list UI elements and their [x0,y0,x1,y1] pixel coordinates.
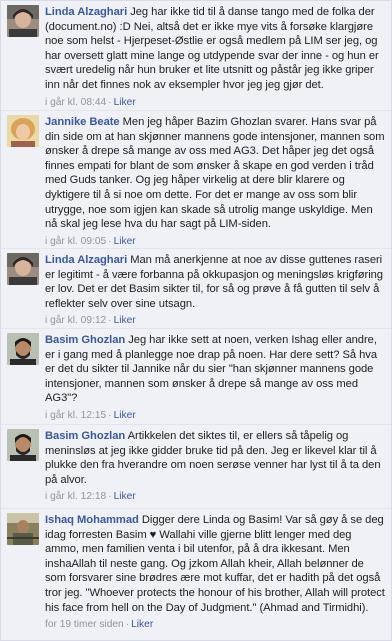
comment-text: Men jeg håper Bazim Ghozlan svarer. Hans… [45,116,385,231]
comment-meta: i går kl. 09:05 · Liker [45,235,136,247]
profile-photo-icon [7,115,39,147]
profile-photo-icon [7,333,39,365]
avatar[interactable] [7,253,39,285]
profile-photo-icon [7,5,39,37]
avatar[interactable] [7,5,39,37]
profile-photo-icon [7,513,39,545]
comment-timestamp[interactable]: i går kl. 12:15 [45,410,106,421]
comment-meta: i går kl. 08:44 · Liker [45,96,136,108]
comment-text: Digger dere Linda og Basim! Var så gøy å… [45,514,385,614]
avatar[interactable] [7,513,39,545]
avatar[interactable] [7,115,39,147]
comment: Jannike Beate Men jeg håper Bazim Ghozla… [1,111,391,249]
profile-photo-icon [7,253,39,285]
comment-author[interactable]: Linda Alzaghari [45,6,127,18]
comment-author[interactable]: Basim Ghozlan [45,334,125,346]
comment-text: Jeg har ikke tid til å danse tango med d… [45,6,379,91]
comment: Linda Alzaghari Jeg har ikke tid til å d… [1,1,391,111]
like-link[interactable]: Liker [114,97,136,108]
comment-meta: i går kl. 09:12 · Liker [45,315,136,327]
comment: Ishaq Mohammad Digger dere Linda og Basi… [1,509,391,640]
comment-timestamp[interactable]: i går kl. 08:44 [45,97,106,108]
like-link[interactable]: Liker [114,236,136,247]
comment: Linda Alzaghari Man må anerkjenne at noe… [1,249,391,329]
like-link[interactable]: Liker [131,619,153,630]
avatar[interactable] [7,333,39,365]
comment: Basim Ghozlan Jeg har ikke sett at noen,… [1,329,391,425]
comment-thread: Linda Alzaghari Jeg har ikke tid til å d… [0,0,392,641]
comment-author[interactable]: Jannike Beate [45,116,120,128]
like-link[interactable]: Liker [114,410,136,421]
comment-author[interactable]: Linda Alzaghari [45,254,127,266]
comment-timestamp[interactable]: for 19 timer siden [45,619,124,630]
comment-author[interactable]: Ishaq Mohammad [45,514,139,526]
like-link[interactable]: Liker [114,315,136,326]
comment: Basim Ghozlan Artikkelen det siktes til,… [1,425,391,509]
avatar[interactable] [7,429,39,461]
profile-photo-icon [7,429,39,461]
comment-timestamp[interactable]: i går kl. 09:05 [45,236,106,247]
comment-author[interactable]: Basim Ghozlan [45,430,125,442]
like-link[interactable]: Liker [114,491,136,502]
comment-timestamp[interactable]: i går kl. 09:12 [45,315,106,326]
comment-meta: for 19 timer siden · Liker [45,619,154,631]
comment-timestamp[interactable]: i går kl. 12:18 [45,491,106,502]
comment-meta: i går kl. 12:15 · Liker [45,409,136,421]
comment-meta: i går kl. 12:18 · Liker [45,491,136,503]
